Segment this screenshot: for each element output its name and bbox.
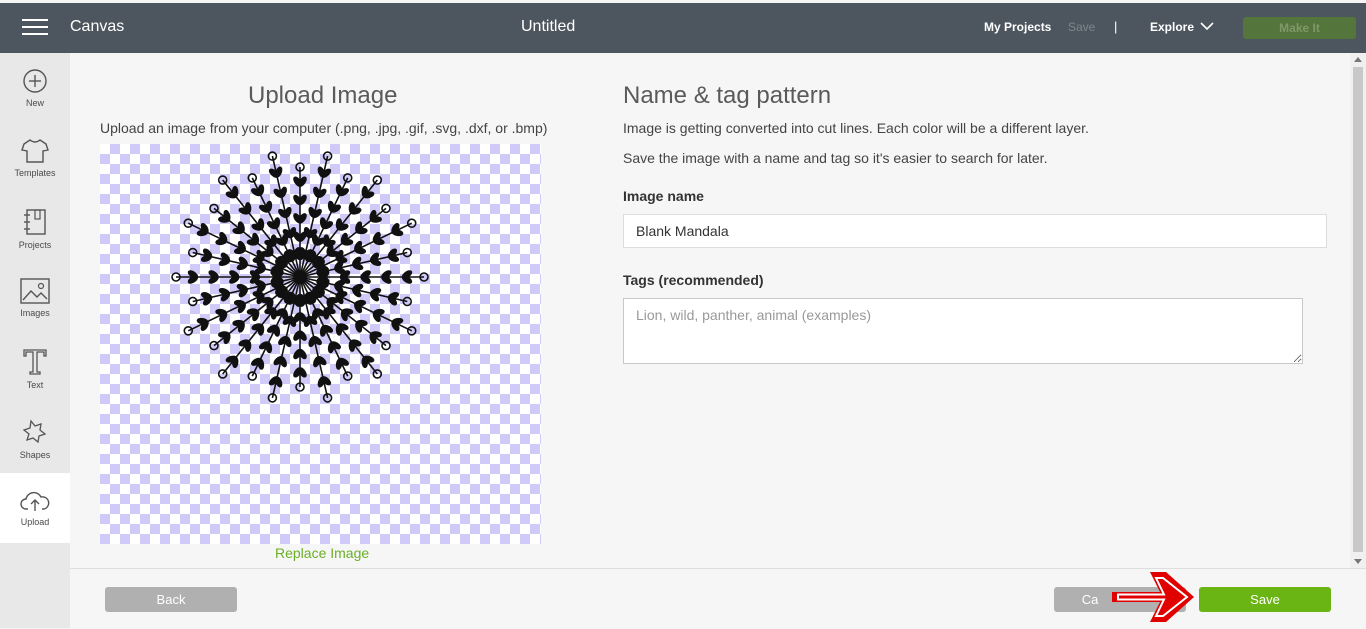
shapes-icon <box>22 419 47 444</box>
sidebar-item-label: Upload <box>20 517 50 527</box>
image-name-label: Image name <box>623 188 704 204</box>
top-separator: | <box>1114 19 1118 34</box>
sidebar-item-label: New <box>25 98 44 108</box>
tshirt-icon <box>21 139 49 163</box>
hamburger-menu-icon[interactable] <box>22 19 48 37</box>
make-it-button[interactable]: Make It <box>1243 17 1356 39</box>
sidebar-item-text[interactable]: Text <box>0 338 70 408</box>
sidebar-item-label: Templates <box>14 168 56 178</box>
upload-title: Upload Image <box>248 82 398 109</box>
mandala-image <box>171 151 429 403</box>
document-title[interactable]: Untitled <box>521 18 575 36</box>
plus-circle-icon <box>23 69 47 93</box>
chevron-down-icon[interactable] <box>1200 21 1214 31</box>
scroll-thumb[interactable] <box>1353 67 1363 552</box>
tags-textarea[interactable] <box>623 298 1303 364</box>
image-icon <box>20 278 50 304</box>
cancel-button-label: Ca <box>1081 592 1099 607</box>
upload-subtitle: Upload an image from your computer (.png… <box>100 120 548 136</box>
save-button[interactable]: Save <box>1199 587 1331 612</box>
notebook-icon <box>24 209 46 235</box>
sidebar-item-upload[interactable]: Upload <box>0 473 70 543</box>
image-name-input[interactable]: Blank Mandala <box>623 214 1327 248</box>
scroll-up-arrow-icon[interactable] <box>1354 57 1362 62</box>
left-sidebar: New Templates Projects Images Text Shape… <box>0 53 70 628</box>
save-description: Save the image with a name and tag so it… <box>623 150 1048 166</box>
text-t-icon <box>23 349 47 375</box>
top-save-button[interactable]: Save <box>1068 20 1095 34</box>
sidebar-item-label: Shapes <box>19 450 51 460</box>
sidebar-item-label: Images <box>20 308 50 318</box>
top-bar: Canvas Untitled My Projects Save | Explo… <box>0 3 1366 53</box>
main-content: Upload Image Upload an image from your c… <box>70 53 1350 568</box>
explore-menu[interactable]: Explore <box>1150 20 1194 34</box>
image-preview <box>100 144 541 544</box>
back-button[interactable]: Back <box>105 587 237 612</box>
sidebar-item-label: Projects <box>18 240 52 250</box>
cloud-upload-icon <box>20 491 50 511</box>
sidebar-item-new[interactable]: New <box>0 58 70 128</box>
sidebar-item-shapes[interactable]: Shapes <box>0 408 70 478</box>
scroll-down-arrow-icon[interactable] <box>1354 559 1362 564</box>
app-title: Canvas <box>70 18 125 35</box>
red-arrow-annotation-icon <box>1112 572 1194 622</box>
name-tag-title: Name & tag pattern <box>623 82 832 109</box>
sidebar-item-templates[interactable]: Templates <box>0 128 70 198</box>
my-projects-link[interactable]: My Projects <box>984 20 1051 34</box>
sidebar-item-images[interactable]: Images <box>0 268 70 338</box>
conversion-description: Image is getting converted into cut line… <box>623 120 1089 136</box>
replace-image-link[interactable]: Replace Image <box>275 545 369 561</box>
tags-label: Tags (recommended) <box>623 272 764 288</box>
vertical-scrollbar[interactable] <box>1350 53 1366 568</box>
sidebar-item-projects[interactable]: Projects <box>0 198 70 268</box>
sidebar-item-label: Text <box>26 380 44 390</box>
